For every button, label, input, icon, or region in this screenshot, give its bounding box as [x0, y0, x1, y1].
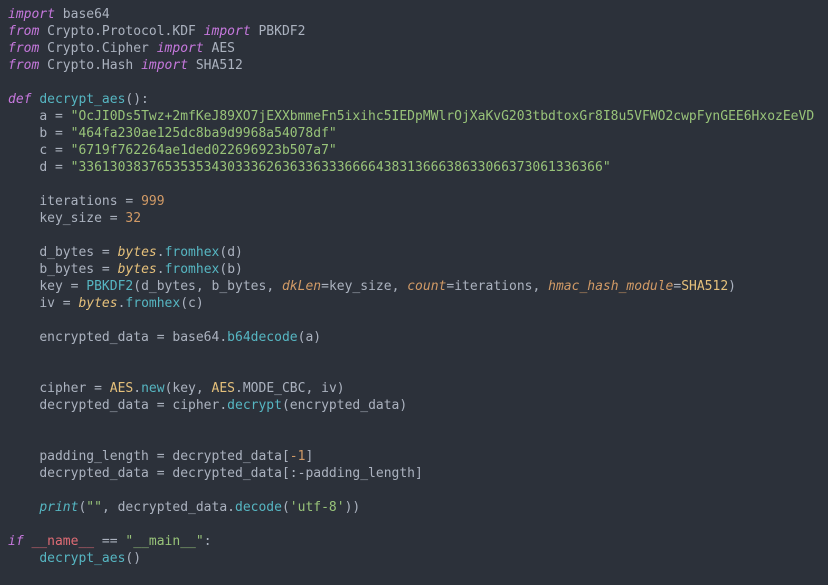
fn-b64decode: b64decode — [227, 330, 297, 345]
fn-fromhex: fromhex — [165, 262, 220, 277]
kw-import: import — [8, 7, 55, 22]
str-b: "464fa230ae125dc8ba9d9968a54078df" — [71, 126, 337, 141]
cls-aes: AES — [110, 381, 133, 396]
var-decdata: decrypted_data — [39, 398, 149, 413]
code-block: import base64 from Crypto.Protocol.KDF i… — [0, 0, 828, 573]
import-sha512: SHA512 — [196, 58, 243, 73]
import-aes: AES — [212, 41, 235, 56]
mod-cipher: Crypto.Cipher — [47, 41, 149, 56]
num-neg1: -1 — [290, 449, 306, 464]
num-iterations: 999 — [141, 194, 164, 209]
fn-decode: decode — [235, 500, 282, 515]
var-iv: iv — [39, 296, 55, 311]
var-padlen: padding_length — [39, 449, 149, 464]
fn-decrypt-aes: decrypt_aes — [39, 92, 125, 107]
var-bbytes: b_bytes — [39, 262, 94, 277]
cls-bytes: bytes — [118, 245, 157, 260]
mod-hash: Crypto.Hash — [47, 58, 133, 73]
str-a: "OcJI0Ds5Twz+2mfKeJ89XO7jEXXbmmeFn5ixihc… — [71, 109, 815, 124]
str-utf8: 'utf-8' — [290, 500, 345, 515]
var-c: c — [39, 143, 47, 158]
import-pbkdf2: PBKDF2 — [258, 24, 305, 39]
kw-def: def — [8, 92, 31, 107]
fn-fromhex: fromhex — [125, 296, 180, 311]
var-iterations: iterations — [39, 194, 117, 209]
fn-decrypt: decrypt — [227, 398, 282, 413]
var-b: b — [39, 126, 47, 141]
str-empty: "" — [86, 500, 102, 515]
mod-kdf: Crypto.Protocol.KDF — [47, 24, 196, 39]
var-keysize: key_size — [39, 211, 102, 226]
var-d: d — [39, 160, 47, 175]
fn-fromhex: fromhex — [165, 245, 220, 260]
cls-bytes: bytes — [78, 296, 117, 311]
mod-base64: base64 — [63, 7, 110, 22]
fn-new: new — [141, 381, 164, 396]
str-c: "6719f762264ae1ded022696923b507a7" — [71, 143, 337, 158]
kw-if: if — [8, 534, 24, 549]
kwarg-hmac: hmac_hash_module — [548, 279, 673, 294]
kwarg-dklen: dkLen — [282, 279, 321, 294]
fn-print: print — [39, 500, 78, 515]
cls-sha512: SHA512 — [681, 279, 728, 294]
var-dbytes: d_bytes — [39, 245, 94, 260]
fn-pbkdf2: PBKDF2 — [86, 279, 133, 294]
kw-import: import — [204, 24, 251, 39]
kw-from: from — [8, 24, 39, 39]
var-cipher: cipher — [39, 381, 86, 396]
var-key: key — [39, 279, 62, 294]
var-a: a — [39, 109, 47, 124]
cls-bytes: bytes — [118, 262, 157, 277]
call-decrypt-aes: decrypt_aes — [39, 551, 125, 566]
dunder-name: __name__ — [31, 534, 94, 549]
kwarg-count: count — [407, 279, 446, 294]
var-encdata: encrypted_data — [39, 330, 149, 345]
kw-from: from — [8, 41, 39, 56]
kw-import: import — [157, 41, 204, 56]
str-main: "__main__" — [125, 534, 203, 549]
num-keysize: 32 — [125, 211, 141, 226]
str-d: "336130383765353534303336263633633366664… — [71, 160, 611, 175]
kw-import: import — [141, 58, 188, 73]
kw-from: from — [8, 58, 39, 73]
